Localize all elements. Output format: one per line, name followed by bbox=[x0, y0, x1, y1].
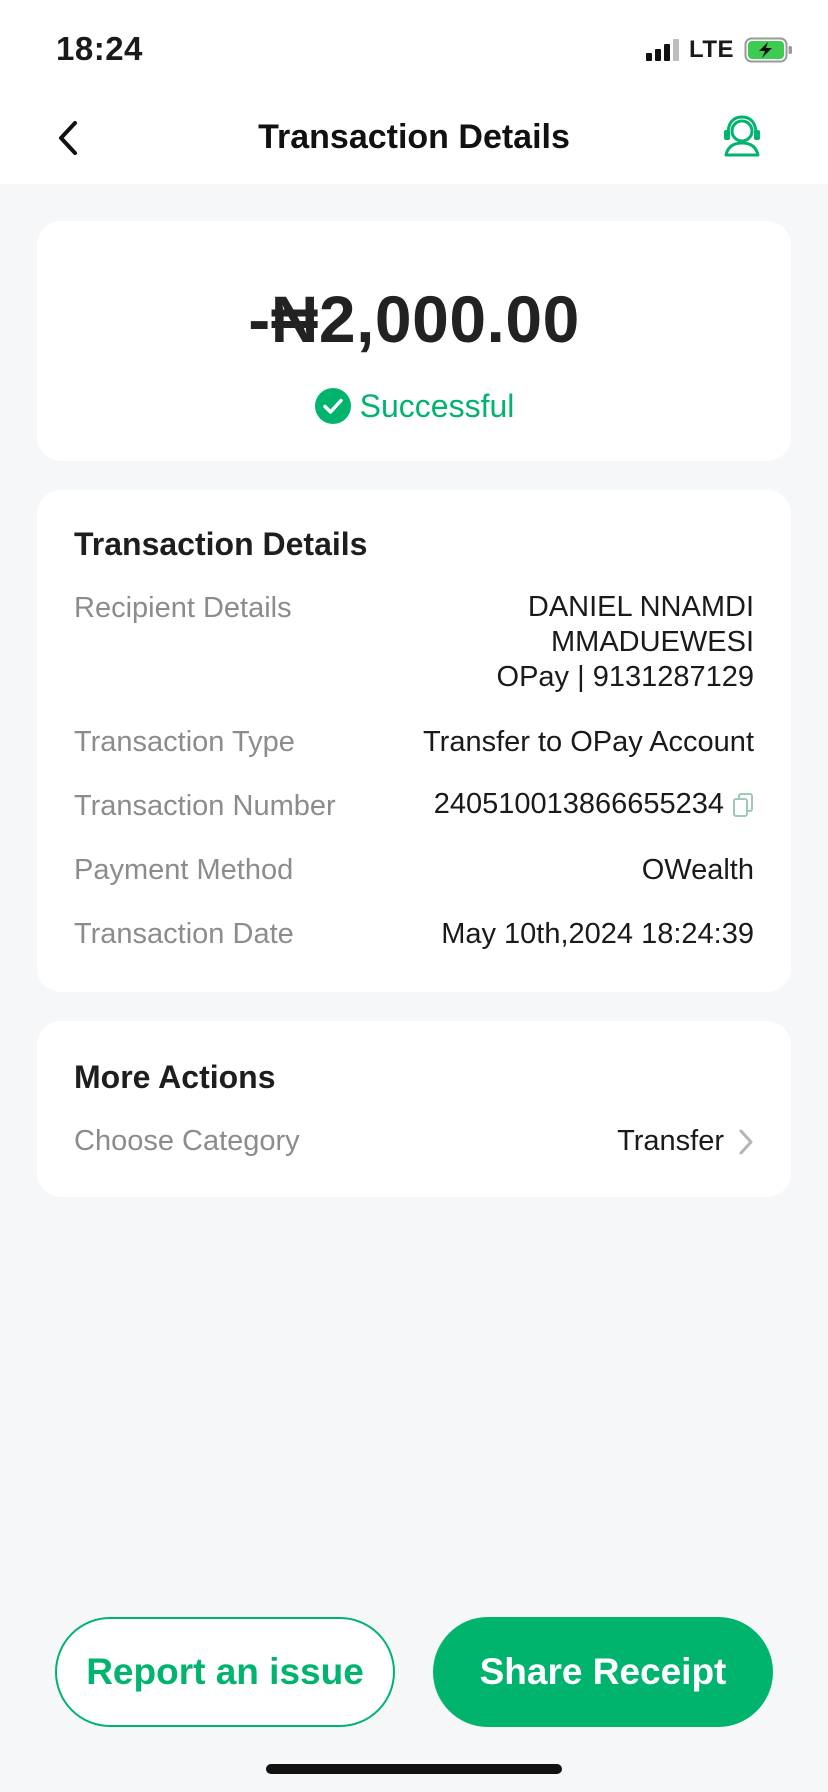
customer-support-icon bbox=[724, 115, 760, 157]
transaction-number-text: 240510013866655234 bbox=[433, 788, 724, 820]
recipient-account: OPay | 9131287129 bbox=[496, 661, 754, 693]
transaction-amount: -₦2,000.00 bbox=[248, 282, 580, 356]
recipient-value: DANIEL NNAMDI MMADUEWESI OPay | 91312871… bbox=[497, 590, 754, 695]
chevron-right-icon bbox=[739, 1129, 753, 1154]
amount-card: -₦2,000.00 Successful bbox=[37, 221, 791, 461]
transaction-details-card: Transaction Details Recipient Details DA… bbox=[37, 490, 791, 992]
details-section-title: Transaction Details bbox=[74, 526, 368, 562]
category-value: Transfer bbox=[617, 1125, 724, 1157]
share-receipt-button[interactable]: Share Receipt bbox=[433, 1617, 773, 1727]
copy-icon[interactable] bbox=[732, 792, 754, 818]
transaction-type-value: Transfer to OPay Account bbox=[423, 726, 754, 758]
recipient-name-line2: MMADUEWESI bbox=[551, 626, 754, 658]
transaction-date-value: May 10th,2024 18:24:39 bbox=[441, 918, 754, 950]
transaction-date-label: Transaction Date bbox=[74, 918, 294, 950]
customer-support-button[interactable] bbox=[716, 110, 768, 162]
recipient-label: Recipient Details bbox=[74, 592, 292, 624]
status-time: 18:24 bbox=[56, 30, 143, 67]
status-bar: 18:24 LTE bbox=[0, 0, 828, 92]
recipient-name-line1: DANIEL NNAMDI bbox=[527, 591, 754, 623]
report-issue-button[interactable]: Report an issue bbox=[55, 1617, 395, 1727]
battery-charging-icon bbox=[744, 37, 792, 63]
page-title: Transaction Details bbox=[258, 118, 570, 156]
status-indicators: LTE bbox=[645, 36, 794, 64]
signal-icon bbox=[645, 39, 679, 61]
transaction-number-label: Transaction Number bbox=[74, 790, 336, 822]
transaction-number-value: 240510013866655234 bbox=[434, 788, 754, 821]
more-actions-card: More Actions Choose Category Transfer bbox=[37, 1021, 791, 1197]
network-label: LTE bbox=[688, 36, 734, 63]
payment-method-value: OWealth bbox=[641, 854, 754, 886]
status-text: Successful bbox=[359, 387, 515, 424]
transaction-type-label: Transaction Type bbox=[74, 726, 295, 758]
home-indicator bbox=[266, 1764, 562, 1774]
transaction-status: Successful bbox=[37, 387, 791, 425]
app-header: Transaction Details bbox=[0, 92, 828, 184]
payment-method-label: Payment Method bbox=[74, 854, 294, 886]
choose-category-label: Choose Category bbox=[74, 1125, 300, 1157]
check-circle-icon bbox=[314, 388, 351, 424]
choose-category-button[interactable]: Transfer bbox=[617, 1125, 754, 1158]
more-actions-title: More Actions bbox=[74, 1059, 276, 1095]
